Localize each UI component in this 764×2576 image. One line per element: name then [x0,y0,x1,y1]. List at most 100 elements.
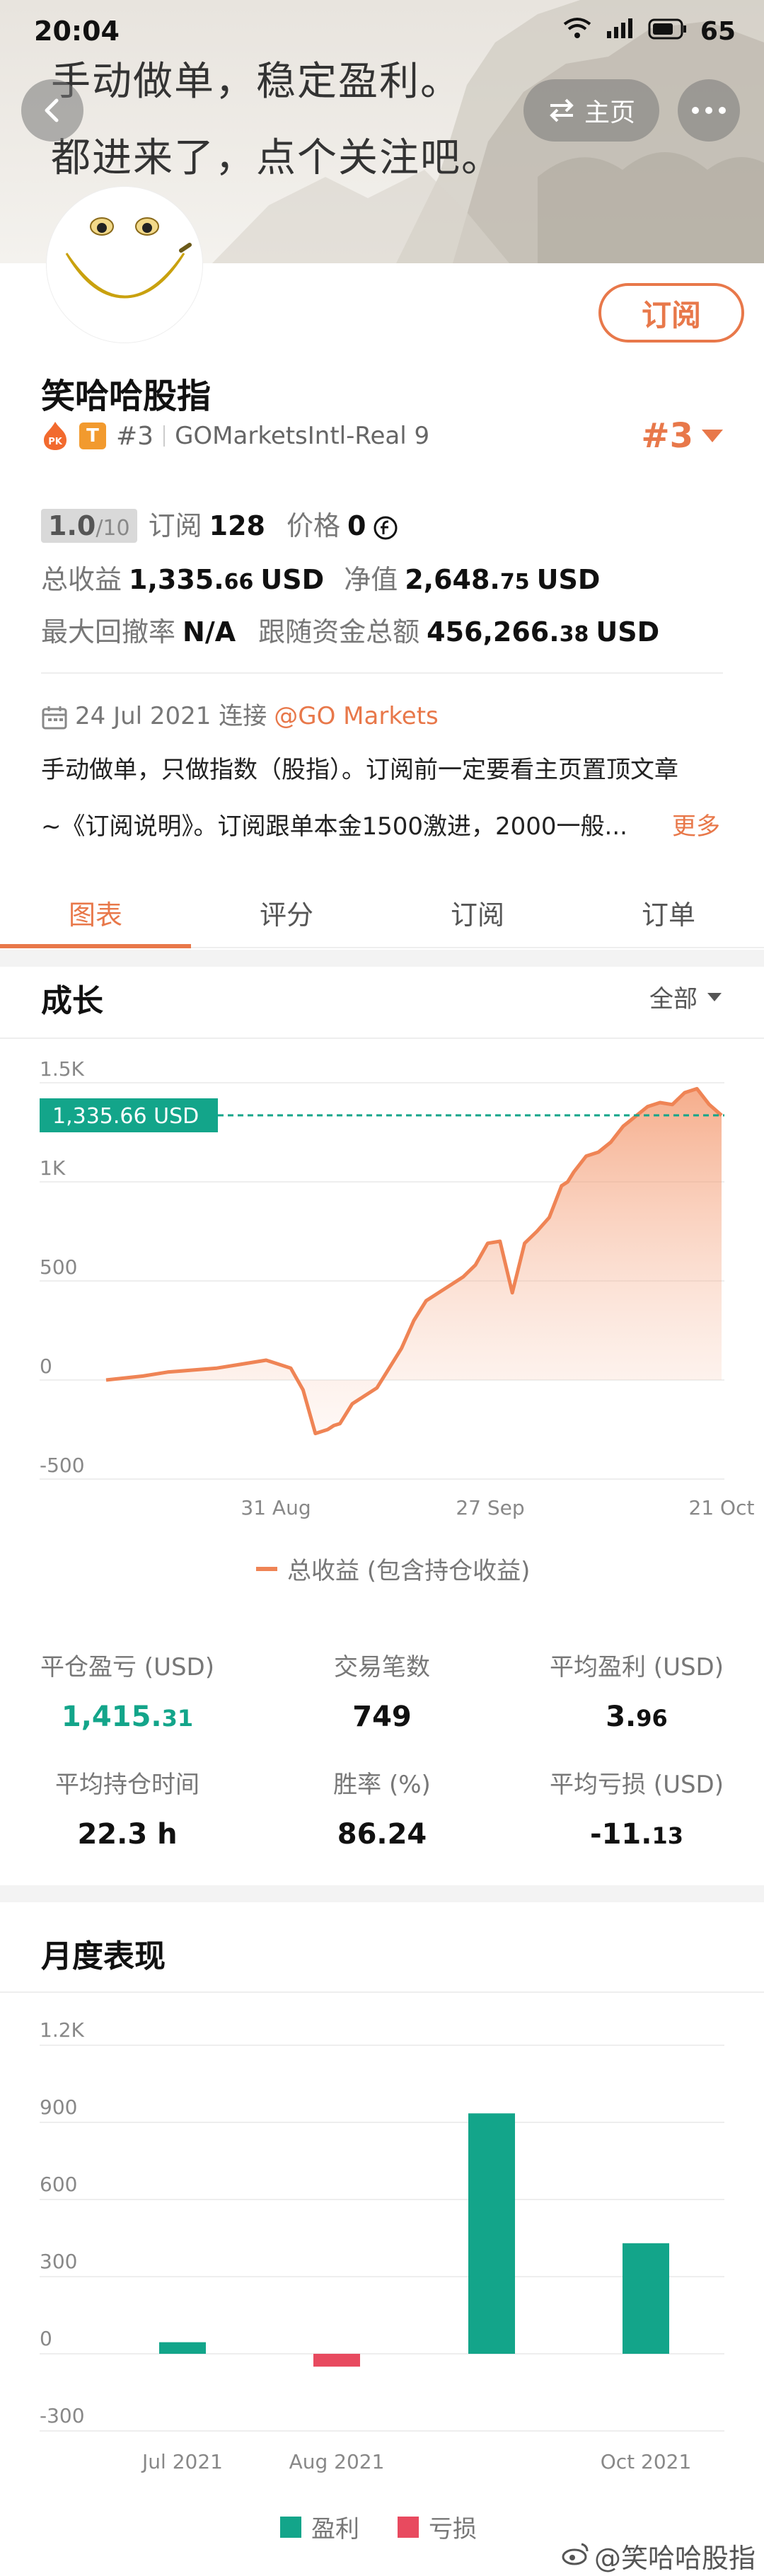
tab-rating[interactable]: 评分 [191,878,382,947]
broker-account: GOMarketsIntl-Real 9 [175,422,430,450]
growth-legend: 总收益 (包含持仓收益) [256,1551,530,1586]
y-tick-label: 600 [40,2173,77,2196]
weibo-icon [562,2541,590,2572]
equity-label: 净值 [344,564,398,595]
banana-smiley-image [65,217,192,299]
home-label: 主页 [584,98,635,127]
y-tick-label: 300 [40,2250,77,2273]
price-value: 0 [347,510,366,541]
status-icons: 65 [563,17,736,46]
calendar-icon [41,702,68,730]
triangle-down-icon [702,430,723,442]
drawdown-value: N/A [183,616,236,648]
legend-profit-swatch [280,2516,301,2538]
monthly-bar [468,2113,515,2354]
growth-legend-label: 总收益 (包含持仓收益) [287,1557,531,1585]
connected-row: 24 Jul 2021 连接 @GO Markets [41,696,439,731]
y-tick-label: 900 [40,2095,77,2119]
subs-label: 订阅 [148,510,202,541]
pk-flame-icon[interactable]: PK [41,420,69,452]
rank-small: #3 [116,421,154,451]
stat-value: 3.96 [606,1701,668,1733]
section-separator [0,950,764,967]
monthly-bar [313,2354,360,2367]
y-tick-label: 500 [40,1255,77,1279]
growth-title: 成长 [41,983,103,1019]
tab-orders[interactable]: 订单 [573,878,764,947]
home-button[interactable]: 主页 [523,79,659,142]
equity-int: 2,648. [405,564,500,595]
wifi-icon [563,17,591,46]
banner-line-2: 都进来了，点个关注吧。 [51,135,502,181]
broker-link[interactable]: @GO Markets [274,702,439,730]
divider [0,1037,764,1039]
more-link[interactable]: 更多 [672,807,720,841]
score-value: 1.0 [48,510,96,541]
subs-value: 128 [209,510,265,541]
follow-label: 跟随资金总额 [258,616,420,648]
tab-bar: 图表 评分 订阅 订单 [0,878,764,948]
t-badge: T [79,422,106,449]
x-tick-label: 31 Aug [241,1496,311,1519]
trader-name: 笑哈哈股指 [41,376,212,416]
section-separator [0,1885,764,1902]
legend-loss-label: 亏损 [429,2515,477,2543]
pk-label: PK [48,437,63,447]
stat-label: 平均盈利 (USD) [550,1653,724,1681]
connected-date: 24 Jul 2021 连接 [75,702,267,730]
stat-value: -11.13 [590,1818,683,1851]
score-max: /10 [96,516,130,541]
y-tick-label: 1.5K [40,1057,85,1081]
stat-label: 平均亏损 (USD) [550,1771,724,1799]
tab-subscription[interactable]: 订阅 [382,878,573,947]
watermark: @笑哈哈股指 [562,2536,756,2575]
more-dots-icon [692,107,726,114]
avatar[interactable] [47,187,202,343]
monthly-title: 月度表现 [41,1938,166,1974]
total-profit-int: 1,335. [129,564,224,595]
drawdown-row: 最大回撤率 N/A 跟随资金总额 456,266. 38 USD [41,610,659,649]
monthly-legend: 盈利 亏损 [280,2509,477,2544]
subscribe-button[interactable]: 订阅 [598,283,744,343]
stat-label: 平仓盈亏 (USD) [40,1653,214,1681]
monthly-chart[interactable]: 1.2K 900 600 300 0 -300 Jul 2021 Aug 2021 Oct 20… [0,2003,764,2484]
description-line-2: ~《订阅说明》。订阅跟单本金1500激进，2000一般... [41,812,627,841]
stat-win-rate: 胜率 (%) 86.24 [276,1765,488,1851]
legend-profit-label: 盈利 [311,2515,359,2543]
y-tick-label: 0 [40,1355,52,1378]
y-tick-label: 1K [40,1156,66,1180]
stat-avg-loss: 平均亏损 (USD) -11.13 [531,1765,743,1851]
description-line-1: 手动做单，只做指数（股指）。订阅前一定要看主页置顶文章 [41,756,678,784]
stat-closed-pnl: 平仓盈亏 (USD) 1,415.31 [21,1648,233,1733]
profit-row: 总收益 1,335. 66 USD 净值 2,648. 75 USD [41,558,600,597]
divider [41,672,723,674]
tab-chart[interactable]: 图表 [0,878,191,948]
growth-chart[interactable]: 1.5K 1K 500 0 -500 31 Aug 27 Sep 21 Oct 1,335.6… [0,1047,764,1557]
growth-filter-dropdown[interactable]: 全部 [649,979,723,1014]
stat-value: 749 [352,1701,412,1733]
follow-int: 456,266. [427,616,560,648]
monthly-bar [159,2342,206,2354]
follow-unit: USD [596,616,660,648]
stat-value: 22.3 h [77,1818,178,1851]
stat-avg-profit: 平均盈利 (USD) 3.96 [531,1648,743,1733]
total-profit-unit: USD [260,564,325,595]
total-profit-label: 总收益 [41,564,122,595]
x-tick-label: Jul 2021 [141,2450,223,2473]
drawdown-label: 最大回撤率 [41,616,176,648]
follow-dec: 38 [559,622,589,647]
total-profit-dec: 66 [224,570,254,594]
stat-trade-count: 交易笔数 749 [276,1648,488,1733]
equity-dec: 75 [499,570,530,594]
more-menu-button[interactable] [678,79,740,142]
battery-icon [648,17,688,46]
x-tick-label: 27 Sep [456,1496,524,1519]
rank-big-label: #3 [641,416,693,456]
legend-line-swatch [256,1566,277,1571]
rank-dropdown[interactable]: #3 [641,416,724,456]
monthly-bar [623,2243,669,2354]
watermark-text: @笑哈哈股指 [594,2543,756,2574]
growth-area [106,1088,722,1434]
signal-icon [604,17,635,46]
back-button[interactable] [21,79,83,142]
